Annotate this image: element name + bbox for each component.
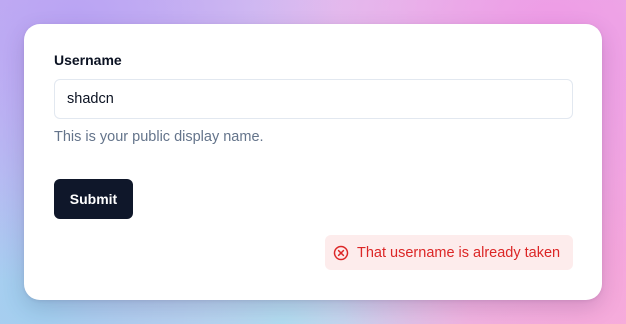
username-description: This is your public display name. [54, 129, 264, 145]
form-card: Username This is your public display nam… [24, 24, 602, 300]
username-label: Username [54, 52, 122, 68]
submit-button[interactable]: Submit [54, 179, 133, 219]
username-input[interactable] [54, 79, 573, 119]
error-toast: That username is already taken [325, 235, 573, 270]
x-circle-icon [333, 245, 349, 261]
error-message: That username is already taken [357, 244, 561, 261]
